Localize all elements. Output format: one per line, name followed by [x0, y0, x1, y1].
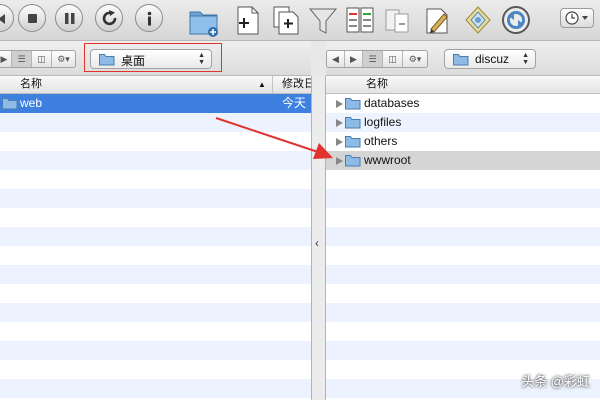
- filter-icon[interactable]: [308, 4, 338, 36]
- color-label-icon[interactable]: [463, 4, 493, 36]
- right-location-popup[interactable]: discuz ▲ ▼: [444, 49, 536, 69]
- list-view-icon[interactable]: ☰: [363, 51, 383, 67]
- right-location-label: discuz: [475, 52, 510, 66]
- list-item[interactable]: web 今天: [0, 94, 311, 113]
- column-name-header[interactable]: 名称: [366, 76, 388, 93]
- list-view-icon[interactable]: ☰: [12, 51, 32, 67]
- column-separator: [272, 76, 273, 93]
- view-options-menu[interactable]: [560, 8, 594, 28]
- list-item[interactable]: others: [326, 132, 600, 151]
- right-path-bar: ◀ ▶ ☰ ◫ ⚙▾ discuz ▲ ▼: [326, 41, 600, 76]
- left-location-label: 桌面: [121, 54, 146, 68]
- collapse-handle-icon[interactable]: ‹: [315, 236, 319, 250]
- column-view-icon[interactable]: ◫: [383, 51, 403, 67]
- forward-arrow-icon[interactable]: ▶: [0, 51, 12, 67]
- folder-icon: [345, 117, 361, 129]
- right-file-list: 名称 databases logfiles others wwwroot: [326, 76, 600, 400]
- new-folder-icon[interactable]: [188, 4, 218, 37]
- forward-arrow-icon[interactable]: ▶: [345, 51, 363, 67]
- left-location-popup[interactable]: 桌面 ▲ ▼: [90, 49, 212, 69]
- compare-icon[interactable]: [344, 4, 374, 36]
- left-path-bar: ▶ ☰ ◫ ⚙▾ 桌面 ▲ ▼: [0, 41, 311, 76]
- sync-icon[interactable]: [500, 4, 530, 36]
- action-gear-icon[interactable]: ⚙▾: [52, 51, 75, 67]
- folder-icon: [99, 54, 115, 66]
- column-name-header[interactable]: 名称: [20, 76, 42, 93]
- column-modified-header[interactable]: 修改日: [282, 76, 311, 93]
- merge-icon[interactable]: [383, 4, 413, 36]
- folder-icon: [453, 54, 469, 66]
- info-icon[interactable]: [135, 4, 163, 32]
- duplicate-icon[interactable]: [270, 4, 300, 36]
- folder-icon: [345, 155, 361, 167]
- toolbar: [0, 0, 600, 41]
- stop-icon[interactable]: [18, 4, 46, 32]
- list-item[interactable]: logfiles: [326, 113, 600, 132]
- back-arrow-icon[interactable]: ◀: [327, 51, 345, 67]
- file-name: wwwroot: [364, 153, 411, 167]
- popup-arrows-icon: ▲ ▼: [198, 52, 205, 66]
- edit-icon[interactable]: [422, 4, 452, 36]
- column-view-icon[interactable]: ◫: [32, 51, 52, 67]
- pane-divider[interactable]: ‹: [311, 76, 326, 400]
- disclosure-triangle-icon[interactable]: [336, 138, 343, 146]
- popup-arrows-icon: ▲ ▼: [522, 52, 529, 66]
- disclosure-triangle-icon[interactable]: [336, 100, 343, 108]
- right-column-header: 名称: [326, 76, 600, 94]
- pause-icon[interactable]: [55, 4, 83, 32]
- sort-ascending-icon: ▲: [258, 80, 266, 89]
- back-icon[interactable]: [0, 4, 14, 32]
- file-name: logfiles: [364, 115, 402, 129]
- file-name: databases: [364, 96, 420, 110]
- left-column-header: 名称 ▲ 修改日: [0, 76, 311, 94]
- watermark: 头条 @彩虹: [521, 374, 590, 389]
- action-gear-icon[interactable]: ⚙▾: [403, 51, 427, 67]
- disclosure-triangle-icon[interactable]: [336, 119, 343, 127]
- disclosure-triangle-icon[interactable]: [336, 157, 343, 165]
- file-modified: 今天: [282, 96, 307, 110]
- left-rows: web 今天: [0, 94, 311, 400]
- file-name: others: [364, 134, 398, 148]
- right-rows: databases logfiles others wwwroot: [326, 94, 600, 400]
- list-item[interactable]: databases: [326, 94, 600, 113]
- left-file-list: 名称 ▲ 修改日 web 今天: [0, 76, 311, 400]
- file-name: web: [20, 96, 43, 110]
- view-mode-segmented-right[interactable]: ◀ ▶ ☰ ◫ ⚙▾: [326, 50, 428, 68]
- refresh-icon[interactable]: [95, 4, 123, 32]
- folder-icon: [2, 98, 18, 110]
- view-mode-segmented[interactable]: ▶ ☰ ◫ ⚙▾: [0, 50, 76, 68]
- new-file-icon[interactable]: [233, 4, 263, 36]
- list-item[interactable]: wwwroot: [326, 151, 600, 170]
- folder-icon: [345, 98, 361, 110]
- folder-icon: [345, 136, 361, 148]
- clock-icon: [565, 11, 588, 25]
